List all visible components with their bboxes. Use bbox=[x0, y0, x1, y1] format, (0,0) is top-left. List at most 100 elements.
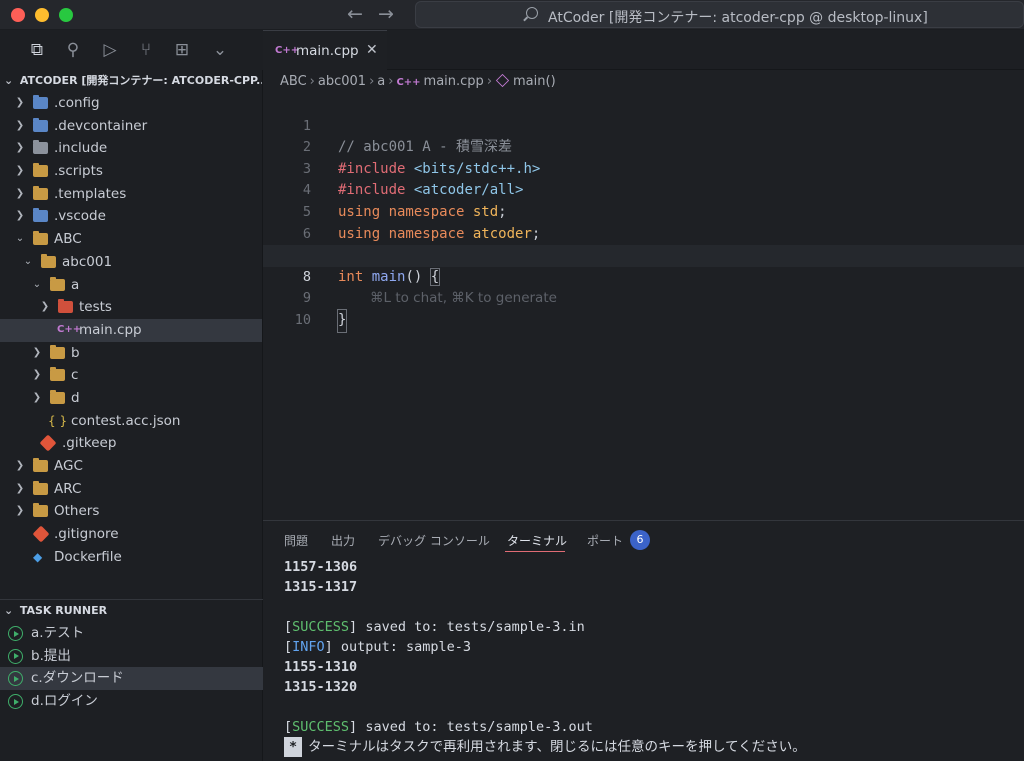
task-runner-header[interactable]: ⌄ TASK RUNNER bbox=[0, 600, 263, 622]
tree-item-a[interactable]: ⌄ a bbox=[0, 274, 262, 297]
tree-item-b[interactable]: ❯ b bbox=[0, 342, 262, 365]
tree-item-main-cpp[interactable]: C++ main.cpp bbox=[0, 318, 262, 342]
folder-icon bbox=[50, 367, 65, 382]
explorer-header[interactable]: ⌄ ATCODER [開発コンテナー: ATCODER-CPP... bbox=[0, 70, 262, 92]
close-window-button[interactable] bbox=[11, 8, 25, 22]
folder-open-icon bbox=[33, 231, 48, 246]
chevron-right-icon: ❯ bbox=[32, 346, 42, 358]
more-views-chevron-icon[interactable]: ⌄ bbox=[210, 40, 230, 60]
tree-item-config[interactable]: ❯ .config bbox=[0, 92, 262, 115]
templates-folder-icon bbox=[33, 185, 48, 200]
folder-icon bbox=[33, 503, 48, 518]
task-runner-section: ⌄ TASK RUNNER a.テスト b.提出 c.ダウンロード d.ログイン bbox=[0, 600, 263, 713]
code-line: 3 #include <atcoder/all> bbox=[302, 160, 524, 199]
chevron-right-icon: ❯ bbox=[15, 142, 25, 154]
chevron-right-icon: › bbox=[309, 74, 315, 89]
search-view-icon[interactable]: ⚲ bbox=[63, 40, 83, 60]
code-line: 9 } bbox=[263, 267, 1024, 333]
breadcrumb-item[interactable]: main() bbox=[513, 74, 556, 89]
sidebar: ⌄ ATCODER [開発コンテナー: ATCODER-CPP... ❯ .co… bbox=[0, 70, 263, 761]
tab-output[interactable]: 出力 bbox=[331, 532, 355, 549]
tree-item-templates[interactable]: ❯ .templates bbox=[0, 183, 262, 206]
json-file-icon: { } bbox=[48, 413, 68, 428]
chevron-right-icon: ❯ bbox=[15, 187, 25, 199]
tree-item-others[interactable]: ❯ Others bbox=[0, 500, 262, 523]
tab-problems[interactable]: 問題 bbox=[284, 532, 308, 549]
active-tab-underline bbox=[505, 551, 565, 552]
cpp-file-icon: C++ bbox=[57, 323, 82, 335]
tab-terminal[interactable]: ターミナル bbox=[507, 532, 567, 549]
folder-icon bbox=[50, 344, 65, 359]
title-bar: ← → AtCoder [開発コンテナー: atcoder-cpp @ desk… bbox=[0, 0, 1024, 30]
terminal-output[interactable]: 1157-1306 1315-1317 [SUCCESS] saved to: … bbox=[284, 557, 1014, 761]
tree-item-vscode[interactable]: ❯ .vscode bbox=[0, 205, 262, 228]
minimize-window-button[interactable] bbox=[35, 8, 49, 22]
chevron-right-icon: ❯ bbox=[40, 301, 50, 313]
chevron-right-icon: ❯ bbox=[15, 460, 25, 471]
tree-item-arc[interactable]: ❯ ARC bbox=[0, 478, 262, 501]
tree-item-scripts[interactable]: ❯ .scripts bbox=[0, 160, 262, 183]
chevron-right-icon: ❯ bbox=[15, 505, 25, 517]
tab-main-cpp[interactable]: C++ main.cpp ✕ bbox=[263, 30, 387, 70]
tree-item-gitkeep[interactable]: .gitkeep bbox=[0, 432, 262, 455]
chevron-down-icon: ⌄ bbox=[32, 278, 42, 290]
cpp-file-icon: C++ bbox=[396, 77, 421, 88]
docker-icon: ◆ bbox=[33, 549, 43, 564]
tab-debug-console[interactable]: デバッグ コンソール bbox=[378, 532, 490, 549]
source-control-icon[interactable]: ⑂ bbox=[136, 40, 156, 60]
editor-tab-bar: C++ main.cpp ✕ bbox=[263, 30, 1024, 70]
include-folder-icon bbox=[33, 140, 48, 155]
tree-item-dockerfile[interactable]: ◆ Dockerfile bbox=[0, 546, 262, 569]
chevron-right-icon: ❯ bbox=[15, 482, 25, 494]
tree-item-abc[interactable]: ⌄ ABC bbox=[0, 228, 262, 251]
task-item-download[interactable]: c.ダウンロード bbox=[0, 667, 263, 691]
breadcrumb-item[interactable]: ABC bbox=[280, 74, 307, 89]
tree-item-abc001[interactable]: ⌄ abc001 bbox=[0, 251, 262, 274]
devcontainer-folder-icon bbox=[33, 117, 48, 132]
folder-icon bbox=[33, 163, 48, 178]
tree-item-gitignore[interactable]: .gitignore bbox=[0, 523, 262, 546]
code-line-current: 8 ⌘L to chat, ⌘K to generate bbox=[263, 245, 1024, 306]
breadcrumb-item[interactable]: a bbox=[377, 74, 385, 89]
tab-ports[interactable]: ポート bbox=[587, 532, 623, 549]
code-line: 7 int main() { bbox=[303, 247, 441, 286]
chevron-right-icon: ❯ bbox=[32, 369, 42, 381]
tree-item-d[interactable]: ❯ d bbox=[0, 387, 262, 410]
code-line: 10 bbox=[294, 311, 311, 328]
tree-item-include[interactable]: ❯ .include bbox=[0, 137, 262, 160]
extensions-icon[interactable]: ⊞ bbox=[172, 40, 192, 60]
explorer-icon[interactable]: ⧉ bbox=[27, 40, 47, 60]
chevron-right-icon: › bbox=[486, 74, 493, 89]
window-title: AtCoder [開発コンテナー: atcoder-cpp @ desktop-… bbox=[548, 10, 928, 26]
tree-item-c[interactable]: ❯ c bbox=[0, 364, 262, 387]
activity-bar: ⧉ ⚲ ▷ ⑂ ⊞ ⌄ bbox=[0, 30, 263, 70]
chevron-down-icon: ⌄ bbox=[4, 604, 14, 617]
code-line: 2 #include <bits/stdc++.h> bbox=[302, 139, 541, 177]
tree-item-agc[interactable]: ❯ AGC bbox=[0, 455, 262, 478]
forward-arrow-icon[interactable]: → bbox=[378, 3, 394, 25]
search-icon bbox=[526, 7, 538, 19]
folder-icon bbox=[33, 480, 48, 495]
tree-item-contest-json[interactable]: { } contest.acc.json bbox=[0, 410, 262, 433]
breadcrumb-item[interactable]: main.cpp bbox=[424, 74, 484, 89]
breadcrumb-item[interactable]: abc001 bbox=[318, 74, 366, 89]
breadcrumb: ABC › abc001 › a › C++ main.cpp › main() bbox=[263, 70, 1024, 94]
play-icon bbox=[8, 694, 23, 710]
chevron-right-icon: ❯ bbox=[32, 391, 42, 403]
chevron-right-icon: ❯ bbox=[15, 210, 25, 222]
task-item-login[interactable]: d.ログイン bbox=[0, 690, 263, 713]
maximize-window-button[interactable] bbox=[59, 8, 73, 22]
command-center-search[interactable]: AtCoder [開発コンテナー: atcoder-cpp @ desktop-… bbox=[415, 1, 1024, 28]
tree-item-tests[interactable]: ❯ tests bbox=[0, 296, 262, 319]
run-debug-icon[interactable]: ▷ bbox=[100, 40, 120, 60]
task-item-test[interactable]: a.テスト bbox=[0, 622, 263, 645]
folder-icon bbox=[50, 389, 65, 404]
back-arrow-icon[interactable]: ← bbox=[347, 3, 363, 25]
tree-item-devcontainer[interactable]: ❯ .devcontainer bbox=[0, 115, 262, 138]
chevron-right-icon: ❯ bbox=[15, 97, 25, 108]
task-item-submit[interactable]: b.提出 bbox=[0, 645, 263, 668]
code-editor[interactable]: 1 // abc001 A - 積雪深差 2 #include <bits/st… bbox=[263, 94, 1024, 520]
folder-open-icon bbox=[41, 253, 56, 268]
tests-folder-icon bbox=[58, 299, 73, 314]
close-icon[interactable]: ✕ bbox=[366, 42, 378, 58]
